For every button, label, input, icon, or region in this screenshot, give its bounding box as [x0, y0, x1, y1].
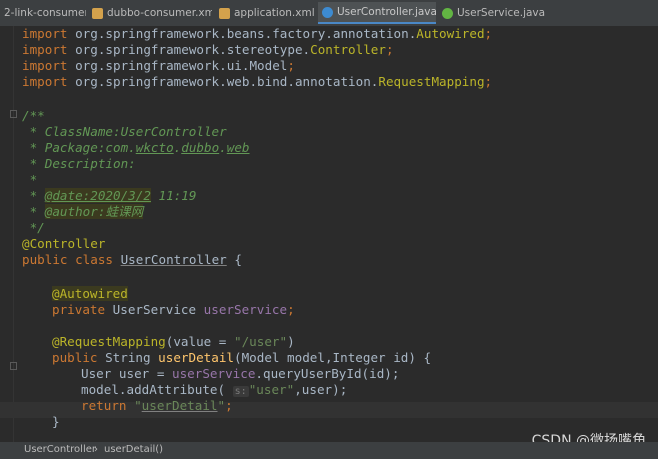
tab-label: UserController.java — [337, 6, 436, 18]
tab-user-controller[interactable]: UserController.java × — [318, 2, 436, 24]
code-line-doc-date: * @date:2020/3/2 11:19 — [22, 188, 197, 203]
tab-label: dubbo-consumer.xml — [107, 7, 212, 19]
tab-link-consumer[interactable]: 2-link-consumer × — [0, 2, 86, 24]
tab-user-service[interactable]: UserService.java × — [438, 2, 546, 24]
code-editor[interactable]: import org.springframework.beans.factory… — [0, 26, 658, 442]
parameter-hint: s: — [232, 386, 249, 397]
tab-label: UserService.java — [457, 7, 546, 19]
breadcrumb-separator: › — [94, 444, 98, 455]
xml-file-icon — [92, 7, 103, 19]
code-line-field-decl: private UserService userService; — [52, 302, 295, 317]
code-line-statement-1: User user = userService.queryUserById(id… — [81, 366, 400, 381]
code-line-1: import org.springframework.beans.factory… — [22, 26, 493, 41]
code-line-return: return "userDetail"; — [81, 398, 233, 413]
tab-label: 2-link-consumer — [4, 7, 86, 19]
xml-file-icon — [219, 7, 230, 19]
code-line-class-decl: public class UserController { — [22, 252, 242, 267]
fold-icon[interactable] — [10, 362, 17, 370]
code-line-doc-close: */ — [22, 220, 45, 235]
breadcrumb: UserController › userDetail() — [0, 442, 658, 459]
code-line-doc-open: /** — [22, 108, 45, 123]
java-interface-icon — [442, 7, 453, 19]
code-line-3: import org.springframework.ui.Model; — [22, 58, 295, 73]
java-class-icon — [322, 6, 333, 18]
code-line-2: import org.springframework.stereotype.Co… — [22, 42, 394, 57]
code-line-doc-author: * @author:蛙课网 — [22, 204, 144, 219]
tab-application-xml[interactable]: application.xml × — [215, 2, 315, 24]
code-line-ann-autowired: @Autowired — [52, 286, 128, 301]
code-line-doc-classname: * ClassName:UserController — [22, 124, 227, 139]
editor-tab-bar: 2-link-consumer × dubbo-consumer.xml × a… — [0, 0, 658, 27]
gutter — [13, 26, 14, 442]
code-line-doc-package: * Package:com.wkcto.dubbo.web — [22, 140, 250, 155]
code-line-4: import org.springframework.web.bind.anno… — [22, 74, 493, 89]
code-line-method-close: } — [52, 414, 60, 429]
tab-dubbo-consumer-xml[interactable]: dubbo-consumer.xml × — [88, 2, 212, 24]
code-line-ann-requestmapping: @RequestMapping(value = "/user") — [52, 334, 295, 349]
code-line-ann-controller: @Controller — [22, 236, 106, 251]
code-line-statement-2: model.addAttribute( s: "user",user); — [81, 382, 348, 397]
code-line-doc-blank: * — [22, 172, 38, 187]
fold-icon[interactable] — [10, 110, 17, 118]
code-line-doc-description: * Description: — [22, 156, 136, 171]
code-line-method-decl: public String userDetail(Model model,Int… — [52, 350, 432, 365]
breadcrumb-class[interactable]: UserController — [24, 444, 96, 455]
breadcrumb-method[interactable]: userDetail() — [104, 444, 163, 455]
tab-label: application.xml — [234, 7, 315, 19]
